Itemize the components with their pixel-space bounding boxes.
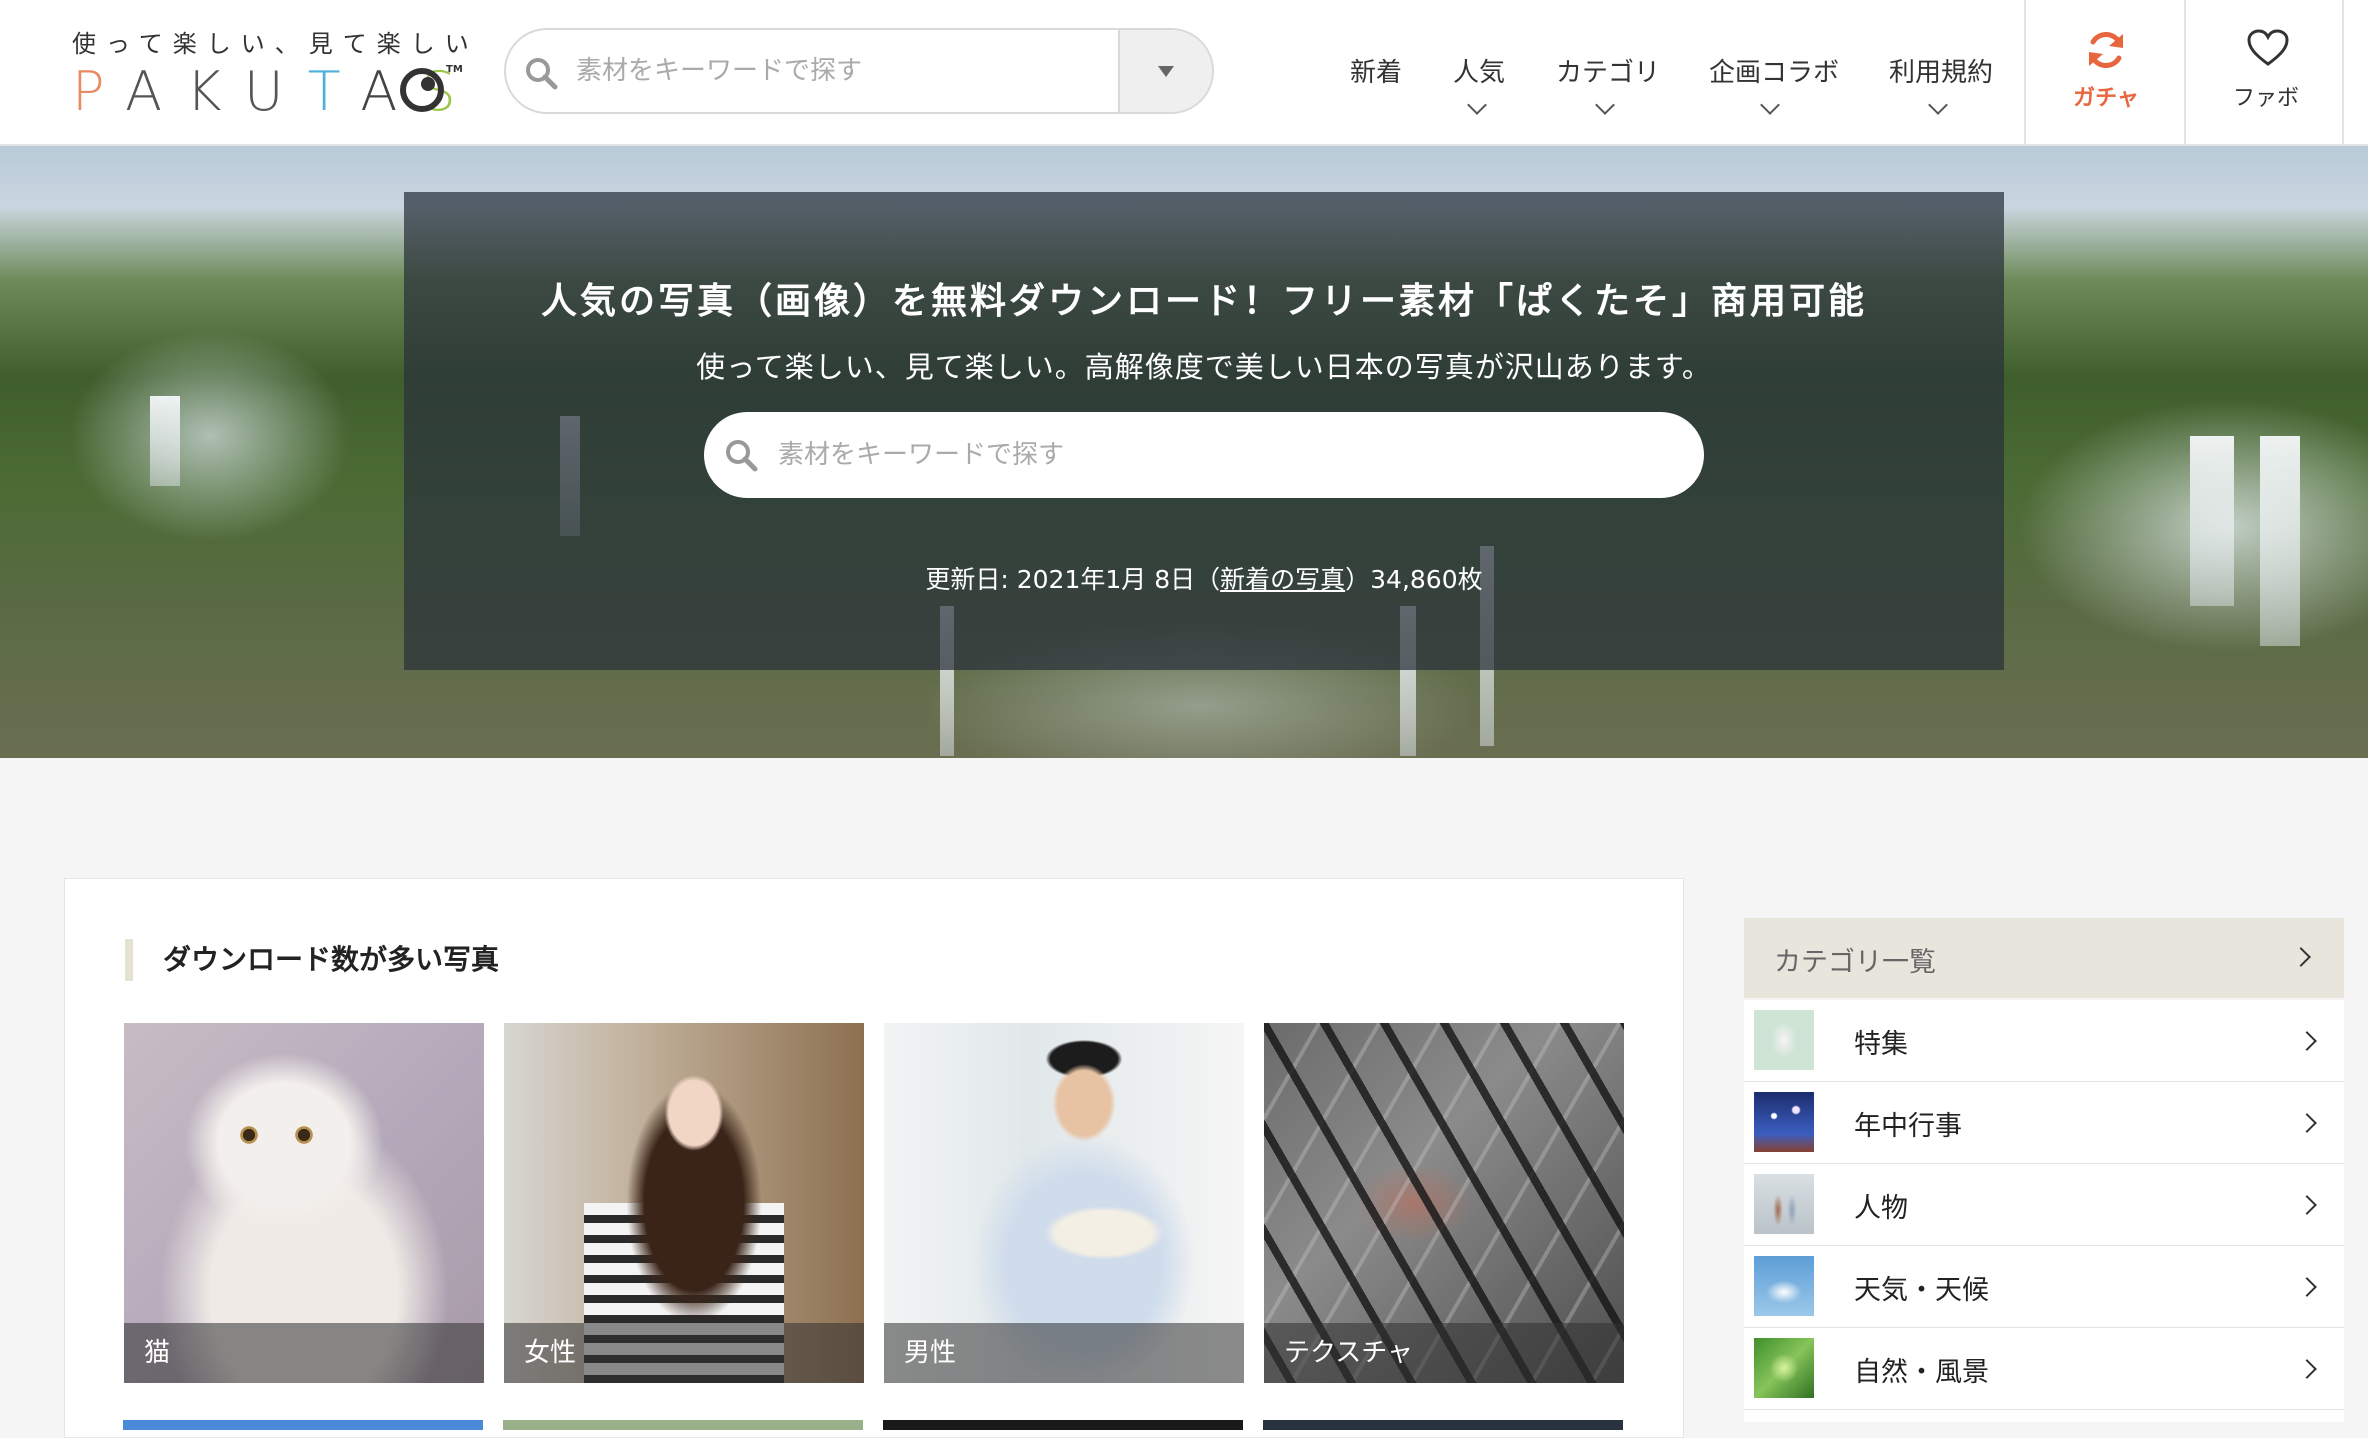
update-date: 更新日: 2021年1月 8日（: [925, 565, 1221, 594]
gacha-label: ガチャ: [2073, 86, 2139, 111]
search-filter-dropdown-button[interactable]: [1118, 30, 1212, 112]
site-header: 使って楽しい、見て楽しい PAKUTAS TM 新着 人気 カテゴリ 企画コラボ…: [0, 0, 2368, 146]
sidebar-item-annual-events[interactable]: 年中行事: [1744, 1082, 2344, 1164]
nav-collab[interactable]: 企画コラボ: [1709, 52, 1839, 89]
sidebar-item-label: 自然・風景: [1854, 1357, 1989, 1388]
photo-caption: 猫: [124, 1323, 484, 1383]
nav-terms[interactable]: 利用規約: [1889, 52, 1993, 89]
chevron-right-icon: [2291, 947, 2311, 967]
photo-card-man[interactable]: 男性: [884, 1023, 1244, 1383]
update-info: 更新日: 2021年1月 8日（新着の写真）34,860枚: [404, 560, 2004, 596]
sidebar-item-label: 年中行事: [1854, 1111, 1962, 1142]
search-icon: [526, 58, 558, 90]
category-thumbnail: [1754, 1010, 1814, 1070]
popular-photos-section: ダウンロード数が多い写真 猫 女性 男性 テクスチャ: [64, 878, 1684, 1438]
sidebar-item-people[interactable]: 人物: [1744, 1164, 2344, 1246]
chevron-down-icon[interactable]: [1928, 95, 1948, 115]
sidebar-item-weather[interactable]: 天気・天候: [1744, 1246, 2344, 1328]
photo-card-next-row[interactable]: [123, 1420, 483, 1430]
chevron-right-icon: [2297, 1113, 2317, 1133]
header-search-input[interactable]: [576, 30, 1116, 112]
chevron-down-icon[interactable]: [1595, 95, 1615, 115]
new-photos-link[interactable]: 新着の写真: [1220, 565, 1345, 594]
chevron-right-icon: [2297, 1195, 2317, 1215]
sidebar-item-nature[interactable]: 自然・風景: [1744, 1328, 2344, 1410]
refresh-icon: [2089, 31, 2123, 69]
favorites-label: ファボ: [2232, 86, 2299, 111]
sidebar-item-feature[interactable]: 特集: [1744, 1000, 2344, 1082]
chevron-down-icon[interactable]: [1467, 95, 1487, 115]
sidebar-item-label: 人物: [1854, 1193, 1908, 1224]
sidebar-item-label: 天気・天候: [1854, 1275, 1989, 1306]
site-logo[interactable]: 使って楽しい、見て楽しい PAKUTAS TM: [72, 24, 469, 123]
hero-waterfall: [2190, 436, 2234, 606]
logo-tagline: 使って楽しい、見て楽しい: [72, 30, 479, 58]
photo-card-texture[interactable]: テクスチャ: [1264, 1023, 1624, 1383]
photo-count: ）34,860枚: [1345, 565, 1483, 594]
category-list-header[interactable]: カテゴリ一覧: [1744, 918, 2344, 998]
logo-trademark: TM: [446, 64, 463, 75]
category-thumbnail: [1754, 1256, 1814, 1316]
section-title: ダウンロード数が多い写真: [125, 939, 499, 981]
chevron-right-icon: [2297, 1277, 2317, 1297]
category-thumbnail: [1754, 1174, 1814, 1234]
hero-search-box: [704, 412, 1704, 498]
photo-card-woman[interactable]: 女性: [504, 1023, 864, 1383]
hero-search-input[interactable]: [778, 412, 1678, 498]
chevron-right-icon: [2297, 1359, 2317, 1379]
hero-banner: 人気の写真（画像）を無料ダウンロード！フリー素材「ぱくたそ」商用可能 使って楽し…: [0, 146, 2368, 758]
chevron-down-icon[interactable]: [1760, 95, 1780, 115]
header-search-box: [504, 28, 1214, 114]
photo-caption: 男性: [884, 1323, 1244, 1383]
nav-new[interactable]: 新着: [1350, 52, 1402, 89]
photo-card-next-row[interactable]: [1263, 1420, 1623, 1430]
category-thumbnail: [1754, 1338, 1814, 1398]
photo-caption: 女性: [504, 1323, 864, 1383]
logo-o-mark-icon: [400, 68, 444, 112]
photo-caption: テクスチャ: [1264, 1323, 1624, 1383]
sidebar-item-next[interactable]: [1744, 1410, 2344, 1422]
nav-popular[interactable]: 人気: [1453, 52, 1505, 89]
hero-title: 人気の写真（画像）を無料ダウンロード！フリー素材「ぱくたそ」商用可能: [540, 281, 1867, 322]
hero-waterfall: [2260, 436, 2300, 646]
search-icon: [726, 440, 758, 472]
chevron-right-icon: [2297, 1031, 2317, 1051]
photo-card-next-row[interactable]: [503, 1420, 863, 1430]
photo-card-next-row[interactable]: [883, 1420, 1243, 1430]
nav-category[interactable]: カテゴリ: [1556, 52, 1660, 89]
hero-panel: 人気の写真（画像）を無料ダウンロード！フリー素材「ぱくたそ」商用可能 使って楽し…: [404, 192, 2004, 670]
gacha-button[interactable]: ガチャ: [2024, 0, 2184, 146]
hero-waterfall: [150, 396, 180, 486]
photo-card-cat[interactable]: 猫: [124, 1023, 484, 1383]
heart-icon: [2247, 29, 2289, 66]
category-thumbnail: [1754, 1092, 1814, 1152]
category-list-title: カテゴリ一覧: [1774, 947, 1936, 978]
favorites-button[interactable]: ファボ: [2184, 0, 2344, 146]
sidebar-item-label: 特集: [1854, 1029, 1908, 1060]
hero-subtitle: 使って楽しい、見て楽しい。高解像度で美しい日本の写真が沢山あります。: [696, 350, 1712, 384]
